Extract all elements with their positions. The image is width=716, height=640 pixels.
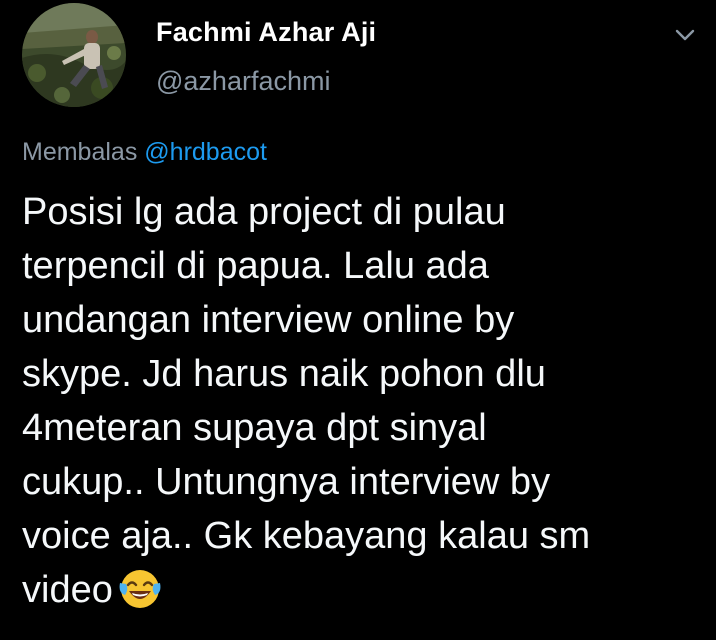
chevron-down-icon[interactable] xyxy=(668,18,702,52)
reply-context: Membalas @hrdbacot xyxy=(22,138,267,167)
author-handle[interactable]: @azharfachmi xyxy=(156,66,330,97)
author-name[interactable]: Fachmi Azhar Aji xyxy=(156,17,376,48)
reply-prefix: Membalas xyxy=(22,138,138,166)
avatar-photo xyxy=(22,3,126,107)
face-with-tears-of-joy-icon xyxy=(117,565,163,611)
tweet-text: Posisi lg ada project di pulau terpencil… xyxy=(22,191,591,611)
tweet-body: Posisi lg ada project di pulau terpencil… xyxy=(22,185,712,617)
avatar[interactable] xyxy=(22,3,126,107)
reply-mention-link[interactable]: @hrdbacot xyxy=(144,138,267,166)
tweet: Fachmi Azhar Aji @azharfachmi Membalas @… xyxy=(0,0,716,640)
